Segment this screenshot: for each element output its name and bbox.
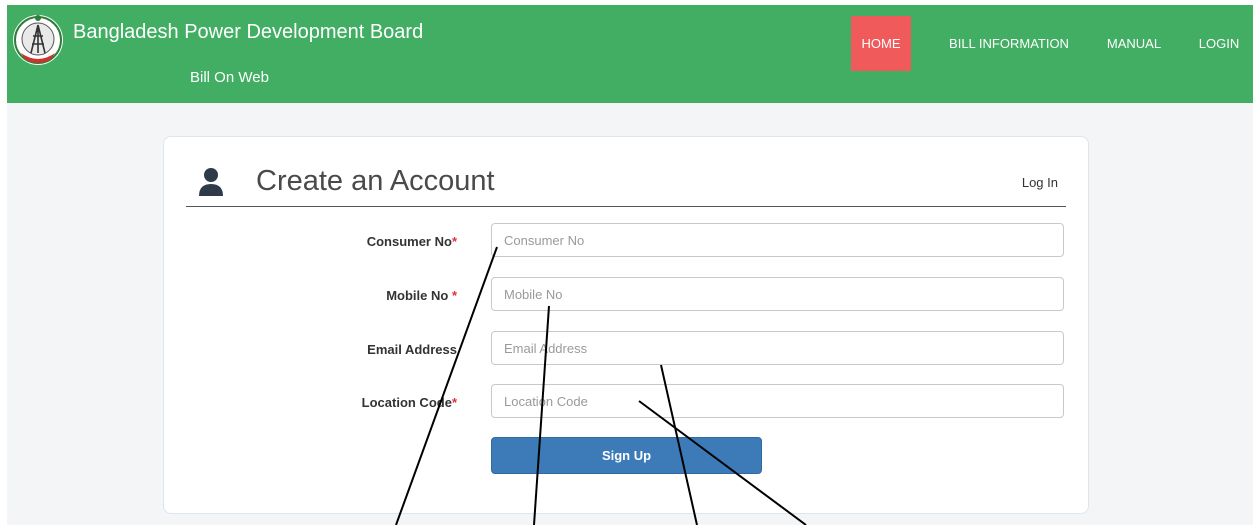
bpdb-logo-icon (13, 15, 63, 65)
nav-home[interactable]: HOME (851, 16, 911, 71)
nav-manual[interactable]: MANUAL (1097, 16, 1171, 71)
mobile-no-label: Mobile No * (386, 288, 457, 303)
header-bar: Bangladesh Power Development Board Bill … (7, 5, 1253, 103)
brand-title: Bangladesh Power Development Board (73, 21, 424, 43)
user-icon (199, 168, 223, 196)
brand-subtitle: Bill On Web (190, 69, 269, 86)
consumer-no-input[interactable] (491, 223, 1064, 257)
title-divider (186, 206, 1066, 207)
nav-login[interactable]: LOGIN (1193, 16, 1245, 71)
location-code-label: Location Code* (361, 395, 457, 410)
sign-up-button[interactable]: Sign Up (491, 437, 762, 474)
page: Bangladesh Power Development Board Bill … (0, 0, 1253, 525)
email-address-label: Email Address (367, 342, 457, 357)
email-address-input[interactable] (491, 331, 1064, 365)
nav-bill-information[interactable]: BILL INFORMATION (935, 16, 1083, 71)
create-account-card: Create an Account Log In Consumer No* Mo… (163, 136, 1089, 514)
location-code-input[interactable] (491, 384, 1064, 418)
login-link[interactable]: Log In (1022, 175, 1058, 190)
page-title: Create an Account (256, 165, 495, 197)
mobile-no-input[interactable] (491, 277, 1064, 311)
consumer-no-label: Consumer No* (366, 234, 457, 249)
